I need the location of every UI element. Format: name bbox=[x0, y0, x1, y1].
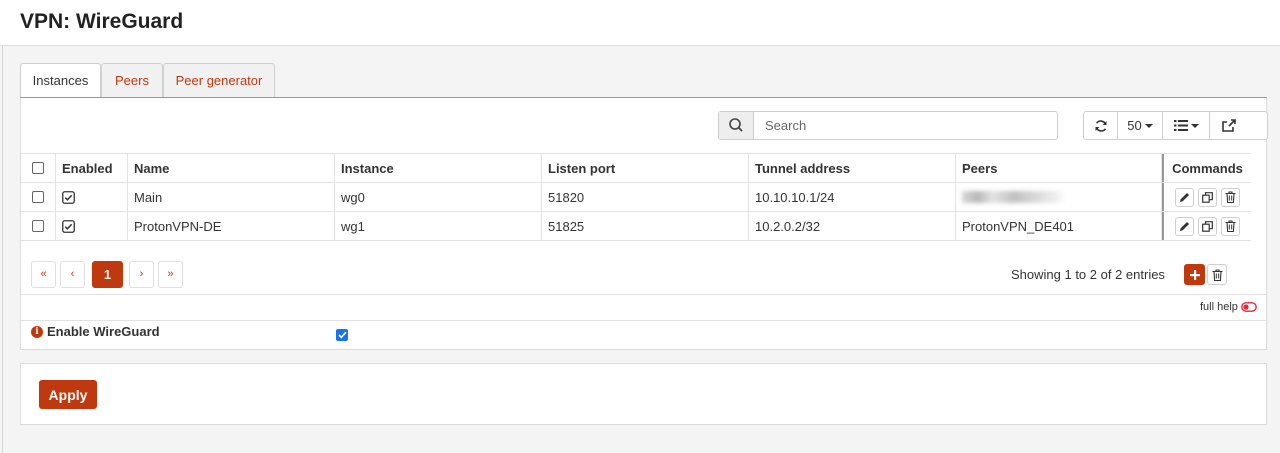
page-header: VPN: WireGuard bbox=[0, 0, 1280, 46]
info-icon[interactable]: i bbox=[31, 325, 43, 338]
page-last-button[interactable]: » bbox=[158, 261, 183, 288]
instances-panel: 50 Enabled Name Instance Listen port Tun… bbox=[20, 98, 1268, 350]
name-cell: Main bbox=[128, 183, 335, 211]
column-header-instance[interactable]: Instance bbox=[335, 154, 542, 182]
tunnel-address-cell: 10.10.10.1/24 bbox=[749, 183, 956, 211]
trash-icon bbox=[1212, 268, 1222, 281]
table-row: Main wg0 51820 10.10.10.1/24 bbox=[21, 183, 1251, 212]
apply-panel: Apply bbox=[20, 363, 1267, 425]
clone-button[interactable] bbox=[1198, 216, 1217, 236]
trash-icon bbox=[1225, 191, 1236, 203]
commands-cell bbox=[1162, 212, 1251, 240]
instance-cell: wg0 bbox=[335, 183, 542, 211]
column-header-listen-port[interactable]: Listen port bbox=[542, 154, 749, 182]
page-prev-button[interactable]: ‹ bbox=[60, 261, 85, 288]
search-input[interactable] bbox=[755, 112, 1055, 139]
divider bbox=[21, 294, 1266, 295]
refresh-button[interactable] bbox=[1084, 112, 1118, 139]
tab-instances[interactable]: Instances bbox=[20, 63, 101, 99]
peers-cell: ProtonVPN_DE401 bbox=[956, 212, 1162, 240]
check-square-icon bbox=[62, 190, 75, 204]
page-size-value: 50 bbox=[1127, 118, 1142, 133]
tunnel-address-cell: 10.2.0.2/32 bbox=[749, 212, 956, 240]
pencil-icon bbox=[1180, 192, 1189, 202]
edit-button[interactable] bbox=[1175, 216, 1194, 236]
add-button[interactable] bbox=[1184, 264, 1205, 285]
toggle-off-icon bbox=[1241, 302, 1257, 312]
page-current-button[interactable]: 1 bbox=[92, 261, 123, 288]
select-all-cell bbox=[21, 154, 56, 182]
copy-icon bbox=[1202, 191, 1213, 203]
caret-down-icon bbox=[1190, 123, 1199, 128]
export-button[interactable] bbox=[1210, 112, 1248, 139]
plus-icon bbox=[1189, 269, 1200, 280]
check-square-icon bbox=[62, 219, 75, 233]
edit-button[interactable] bbox=[1175, 187, 1194, 207]
page-next-button[interactable]: › bbox=[129, 261, 154, 288]
search-icon[interactable] bbox=[719, 112, 754, 139]
enable-wireguard-label: Enable WireGuard bbox=[47, 324, 160, 339]
columns-dropdown[interactable] bbox=[1163, 112, 1210, 139]
page-first-button[interactable]: « bbox=[31, 261, 56, 288]
bulk-delete-button[interactable] bbox=[1207, 264, 1227, 285]
listen-port-cell: 51825 bbox=[542, 212, 749, 240]
listen-port-cell: 51820 bbox=[542, 183, 749, 211]
delete-button[interactable] bbox=[1221, 216, 1240, 236]
row-select-cell bbox=[21, 183, 56, 211]
pencil-icon bbox=[1180, 221, 1189, 231]
enable-wireguard-checkbox[interactable] bbox=[336, 329, 348, 341]
page-size-dropdown[interactable]: 50 bbox=[1118, 112, 1163, 139]
left-border bbox=[2, 46, 3, 453]
delete-button[interactable] bbox=[1221, 187, 1240, 207]
column-header-tunnel-address[interactable]: Tunnel address bbox=[749, 154, 956, 182]
tab-peer-generator[interactable]: Peer generator bbox=[163, 63, 275, 98]
redacted-peers bbox=[962, 191, 1066, 203]
table-header-row: Enabled Name Instance Listen port Tunnel… bbox=[21, 153, 1251, 183]
column-header-peers[interactable]: Peers bbox=[956, 154, 1162, 182]
full-help-toggle[interactable]: full help bbox=[1200, 301, 1257, 313]
export-icon bbox=[1222, 119, 1236, 132]
enabled-cell bbox=[56, 212, 128, 240]
select-all-checkbox[interactable] bbox=[32, 162, 44, 174]
list-icon bbox=[1173, 120, 1188, 131]
row-select-checkbox[interactable] bbox=[32, 191, 44, 203]
instance-cell: wg1 bbox=[335, 212, 542, 240]
entries-summary: Showing 1 to 2 of 2 entries bbox=[1011, 267, 1165, 282]
full-help-label: full help bbox=[1200, 301, 1238, 313]
divider bbox=[21, 320, 1266, 321]
search-box bbox=[718, 111, 1058, 140]
caret-down-icon bbox=[1144, 123, 1153, 128]
copy-icon bbox=[1202, 220, 1213, 232]
row-select-cell bbox=[21, 212, 56, 240]
name-cell: ProtonVPN-DE bbox=[128, 212, 335, 240]
tab-peers[interactable]: Peers bbox=[101, 63, 163, 98]
peers-cell bbox=[956, 183, 1162, 211]
trash-icon bbox=[1225, 220, 1236, 232]
table-row: ProtonVPN-DE wg1 51825 10.2.0.2/32 Proto… bbox=[21, 212, 1251, 241]
refresh-icon bbox=[1095, 119, 1106, 132]
column-header-enabled[interactable]: Enabled bbox=[56, 154, 128, 182]
column-header-name[interactable]: Name bbox=[128, 154, 335, 182]
check-icon bbox=[337, 331, 347, 339]
commands-cell bbox=[1162, 183, 1251, 211]
enable-wireguard-setting: i Enable WireGuard bbox=[31, 324, 160, 339]
column-header-commands: Commands bbox=[1162, 154, 1251, 182]
row-select-checkbox[interactable] bbox=[32, 220, 44, 232]
clone-button[interactable] bbox=[1198, 187, 1217, 207]
grid-toolbar: 50 bbox=[1083, 111, 1268, 140]
enabled-cell bbox=[56, 183, 128, 211]
apply-button[interactable]: Apply bbox=[39, 380, 97, 409]
page-title: VPN: WireGuard bbox=[20, 10, 184, 33]
